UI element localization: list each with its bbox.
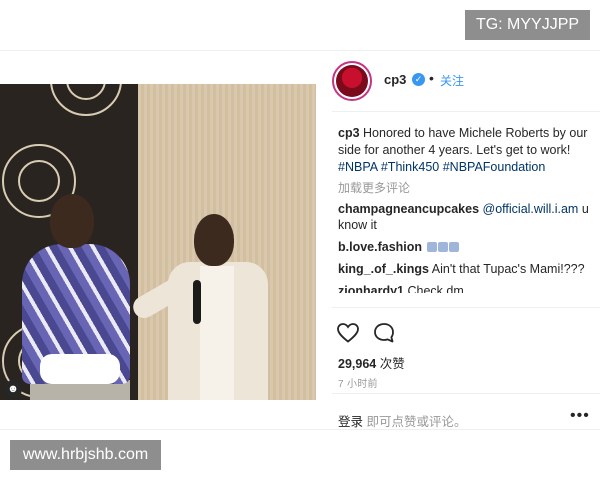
verified-badge-icon: ✓: [412, 73, 425, 86]
actions-divider: [332, 307, 600, 308]
photo-microphone: [193, 280, 201, 324]
comment-list: champagneancupcakes @official.will.i.am …: [338, 201, 594, 293]
photo-woman-head: [50, 194, 94, 248]
person-tag-icon[interactable]: ☻: [4, 380, 22, 398]
post-photo[interactable]: ☻: [0, 84, 316, 400]
separator-dot: •: [429, 70, 434, 86]
header-username[interactable]: cp3: [384, 72, 406, 87]
header-divider: [332, 111, 600, 112]
post-actions: [332, 319, 600, 347]
caption-text: Honored to have Michele Roberts by our s…: [338, 126, 588, 157]
nbpa-logo: [50, 84, 122, 116]
instagram-post: ☻ cp3 ✓ • 关注 cp3 Honored to have Michele…: [0, 50, 600, 430]
caption-username[interactable]: cp3: [338, 126, 360, 140]
hashtag-link[interactable]: #NBPA: [338, 160, 377, 174]
photo-man-head: [194, 214, 234, 266]
login-text: 即可点赞或评论。: [363, 415, 467, 429]
comment-item: zionhardy1 Check dm: [338, 283, 594, 293]
footer-divider: [332, 393, 600, 394]
watermark-bottom: www.hrbjshb.com: [10, 440, 161, 470]
photo-woman-legs: [40, 354, 120, 384]
avatar[interactable]: [332, 61, 372, 101]
hashtag-link[interactable]: #Think450: [381, 160, 439, 174]
comment-bubble-icon[interactable]: [372, 321, 396, 345]
comment-text: Check dm: [404, 284, 464, 293]
heart-icon[interactable]: [336, 321, 360, 345]
emoji-icon: [437, 242, 448, 252]
follow-button[interactable]: 关注: [440, 72, 464, 89]
post-sidebar: cp3 ✓ • 关注 cp3 Honored to have Michele R…: [332, 51, 600, 429]
photo-man-shirt: [200, 266, 234, 400]
comment-item: champagneancupcakes @official.will.i.am …: [338, 201, 594, 233]
comment-username[interactable]: b.love.fashion: [338, 240, 422, 254]
emoji-icon: [448, 242, 459, 252]
more-options-icon[interactable]: •••: [570, 407, 590, 425]
likes-count[interactable]: 29,964 次赞: [338, 353, 405, 372]
comment-item: b.love.fashion: [338, 239, 594, 255]
watermark-top: TG: MYYJJPP: [465, 10, 590, 40]
post-timestamp: 7 小时前: [338, 379, 378, 390]
post-header: cp3 ✓ • 关注: [332, 61, 600, 101]
comment-item: king_.of_.kings Ain't that Tupac's Mami!…: [338, 261, 594, 277]
login-link[interactable]: 登录: [338, 415, 363, 429]
load-more-comments[interactable]: 加载更多评论: [338, 179, 410, 196]
comment-username[interactable]: king_.of_.kings: [338, 262, 429, 276]
comment-mention[interactable]: @official.will.i.am: [483, 202, 579, 216]
post-caption: cp3 Honored to have Michele Roberts by o…: [338, 125, 594, 176]
comment-username[interactable]: zionhardy1: [338, 284, 404, 293]
login-prompt: 登录 即可点赞或评论。: [338, 411, 467, 430]
comment-text: Ain't that Tupac's Mami!???: [429, 262, 585, 276]
hashtag-link[interactable]: #NBPAFoundation: [443, 160, 546, 174]
emoji-icon: [426, 242, 437, 252]
comment-username[interactable]: champagneancupcakes: [338, 202, 479, 216]
